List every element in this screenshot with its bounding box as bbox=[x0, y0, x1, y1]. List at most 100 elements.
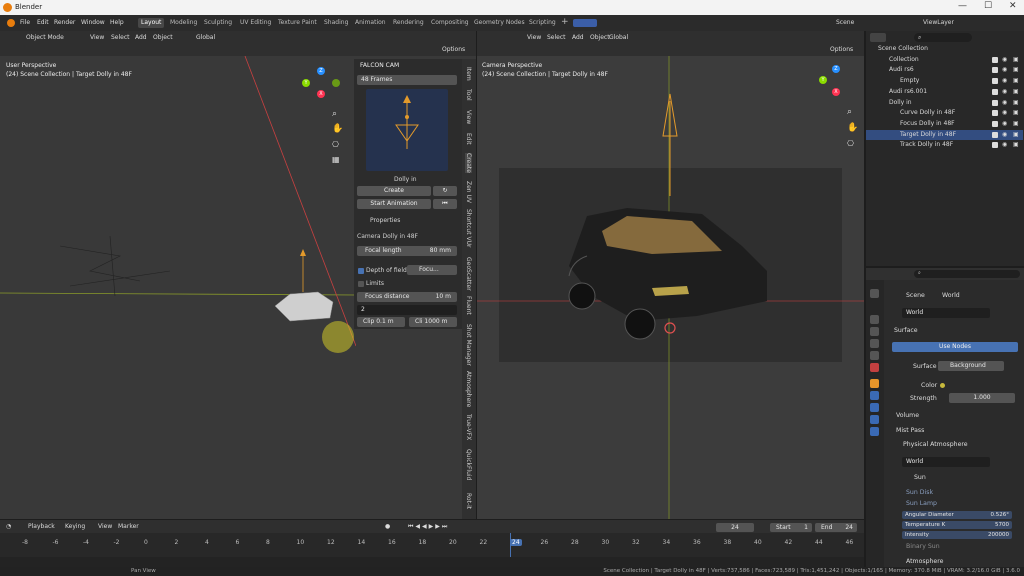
left-menu-select[interactable]: Select bbox=[111, 34, 130, 41]
camera-render-icon[interactable]: ▣ bbox=[1013, 119, 1019, 129]
menu-render[interactable]: Render bbox=[54, 19, 75, 26]
clip-start-field[interactable]: Clip 0.1 m bbox=[357, 317, 405, 327]
gizmo-x-icon[interactable]: X bbox=[317, 90, 325, 98]
tab-compositing[interactable]: Compositing bbox=[428, 18, 472, 28]
camera-render-icon[interactable]: ▣ bbox=[1013, 98, 1019, 108]
zoom-icon[interactable]: ⌕ bbox=[332, 109, 337, 119]
start-frame-field[interactable]: Start 1 bbox=[770, 523, 812, 532]
outliner-editor-type-icon[interactable] bbox=[870, 33, 886, 42]
menu-edit[interactable]: Edit bbox=[37, 19, 49, 26]
playback-controls-icon[interactable]: ⏮◀◀▶▶⏭ bbox=[408, 523, 449, 531]
outliner-search-input[interactable]: ⌕ bbox=[914, 33, 972, 42]
tab-item[interactable]: Item bbox=[465, 67, 472, 81]
physics-tab-icon[interactable] bbox=[870, 403, 879, 412]
gizmo-ny-icon[interactable] bbox=[332, 79, 340, 87]
workspace-pin-icon[interactable] bbox=[573, 19, 597, 27]
exclude-checkbox[interactable] bbox=[992, 120, 998, 127]
right-menu-object[interactable]: Object bbox=[590, 34, 610, 41]
outliner-row[interactable]: Collection ◉ ▣ bbox=[866, 55, 1023, 65]
strength-field[interactable]: 1.000 bbox=[949, 393, 1015, 403]
tab-animation[interactable]: Animation bbox=[352, 18, 389, 28]
output-tab-icon[interactable] bbox=[870, 327, 879, 336]
intensity-field[interactable]: Intensity 200000 bbox=[902, 531, 1012, 539]
constraints-tab-icon[interactable] bbox=[870, 415, 879, 424]
camera-render-icon[interactable]: ▣ bbox=[1013, 55, 1019, 65]
scene-name[interactable]: Scene bbox=[836, 19, 854, 26]
focal-length-field[interactable]: Focal length 80 mm bbox=[357, 246, 457, 256]
camera-render-icon[interactable]: ▣ bbox=[1013, 76, 1019, 86]
blender-menu-icon[interactable] bbox=[7, 19, 15, 27]
surface-shader-field[interactable]: Background bbox=[938, 361, 1004, 371]
right-gizmo-z-icon[interactable]: Z bbox=[832, 65, 840, 73]
sun-section[interactable]: Sun bbox=[914, 474, 926, 481]
outliner-row[interactable]: Focus Dolly in 48F ◉ ▣ bbox=[866, 119, 1023, 129]
exclude-checkbox[interactable] bbox=[992, 110, 998, 117]
surface-section[interactable]: Surface bbox=[894, 327, 918, 334]
binary-sun-checkbox[interactable]: Binary Sun bbox=[906, 543, 940, 550]
focus-object-field[interactable]: Focu... bbox=[407, 265, 457, 275]
tab-modeling[interactable]: Modeling bbox=[167, 18, 200, 28]
eye-icon[interactable]: ◉ bbox=[1002, 130, 1007, 140]
object-tab-icon[interactable] bbox=[870, 379, 879, 388]
camera-render-icon[interactable]: ▣ bbox=[1013, 108, 1019, 118]
outliner-row[interactable]: Audi rs6.001 ◉ ▣ bbox=[866, 87, 1023, 97]
tab-zen-uv[interactable]: Zen UV bbox=[465, 181, 472, 203]
timeline-menu-marker[interactable]: Marker bbox=[118, 523, 139, 530]
exclude-checkbox[interactable] bbox=[992, 99, 998, 106]
world-datablock[interactable]: World bbox=[902, 308, 990, 318]
limits-checkbox[interactable] bbox=[358, 281, 364, 287]
minimize-button[interactable]: — bbox=[958, 1, 967, 11]
use-nodes-button[interactable]: Use Nodes bbox=[892, 342, 1018, 352]
object-mode-select[interactable]: Object Mode bbox=[26, 34, 64, 41]
animation-preview[interactable] bbox=[366, 89, 448, 171]
outliner-row[interactable]: Empty ◉ ▣ bbox=[866, 76, 1023, 86]
tab-texture-paint[interactable]: Texture Paint bbox=[275, 18, 320, 28]
gizmo-y-icon[interactable]: Y bbox=[302, 79, 310, 87]
left-menu-object[interactable]: Object bbox=[153, 34, 173, 41]
view-layer-name[interactable]: ViewLayer bbox=[923, 19, 954, 26]
tab-shot-manager[interactable]: Shot Manager bbox=[465, 324, 472, 366]
tab-shading[interactable]: Shading bbox=[321, 18, 351, 28]
exclude-checkbox[interactable] bbox=[992, 142, 998, 149]
render-tab-icon[interactable] bbox=[870, 315, 879, 324]
left-menu-add[interactable]: Add bbox=[135, 34, 147, 41]
tab-layout[interactable]: Layout bbox=[138, 18, 165, 28]
eye-icon[interactable]: ◉ bbox=[1002, 87, 1007, 97]
tool-tab-icon[interactable] bbox=[870, 289, 879, 298]
record-icon[interactable]: ● bbox=[385, 523, 390, 530]
pan-hand-icon[interactable]: ✋ bbox=[332, 124, 343, 134]
tab-rot-it[interactable]: Rot-it bbox=[465, 493, 472, 509]
right-gizmo-y-icon[interactable]: Y bbox=[819, 76, 827, 84]
tab-edit[interactable]: Edit bbox=[465, 133, 472, 145]
menu-help[interactable]: Help bbox=[110, 19, 124, 26]
tab-quickfluid[interactable]: QuickFluid bbox=[465, 449, 472, 480]
mist-pass-section[interactable]: Mist Pass bbox=[896, 427, 924, 434]
left-menu-view[interactable]: View bbox=[90, 34, 104, 41]
timeline-menu-view[interactable]: View bbox=[98, 523, 112, 530]
world-datablock-2[interactable]: World bbox=[902, 457, 990, 467]
left-transform-orientation[interactable]: Global bbox=[196, 34, 215, 41]
right-camera-view-icon[interactable]: ⎔ bbox=[847, 139, 854, 148]
outliner-row[interactable]: Dolly in ◉ ▣ bbox=[866, 98, 1023, 108]
maximize-button[interactable]: ☐ bbox=[984, 1, 992, 11]
skip-icon[interactable]: ⏮ bbox=[433, 199, 457, 209]
right-camera-viewport[interactable]: View Select Add Object Global Options Ca… bbox=[477, 31, 864, 519]
menu-file[interactable]: File bbox=[20, 19, 30, 26]
exclude-checkbox[interactable] bbox=[992, 88, 998, 95]
tab-rendering[interactable]: Rendering bbox=[390, 18, 427, 28]
menu-window[interactable]: Window bbox=[81, 19, 105, 26]
end-frame-field[interactable]: End 24 bbox=[815, 523, 857, 532]
outliner-row[interactable]: Curve Dolly in 48F ◉ ▣ bbox=[866, 108, 1023, 118]
exclude-checkbox[interactable] bbox=[992, 131, 998, 138]
outliner-row[interactable]: Target Dolly in 48F ◉ ▣ bbox=[866, 129, 1023, 140]
sun-disk-checkbox[interactable]: Sun Disk bbox=[906, 489, 933, 496]
grid-toggle-icon[interactable]: ▦ bbox=[332, 155, 340, 164]
refresh-icon[interactable]: ↻ bbox=[433, 186, 457, 196]
start-animation-button[interactable]: Start Animation bbox=[357, 199, 431, 209]
eye-icon[interactable]: ◉ bbox=[1002, 55, 1007, 65]
color-socket-icon[interactable] bbox=[940, 383, 945, 388]
tab-scripting[interactable]: Scripting bbox=[526, 18, 559, 28]
tab-view[interactable]: View bbox=[465, 110, 472, 124]
physical-atmosphere-section[interactable]: Physical Atmosphere bbox=[903, 441, 968, 448]
right-menu-view[interactable]: View bbox=[527, 34, 541, 41]
